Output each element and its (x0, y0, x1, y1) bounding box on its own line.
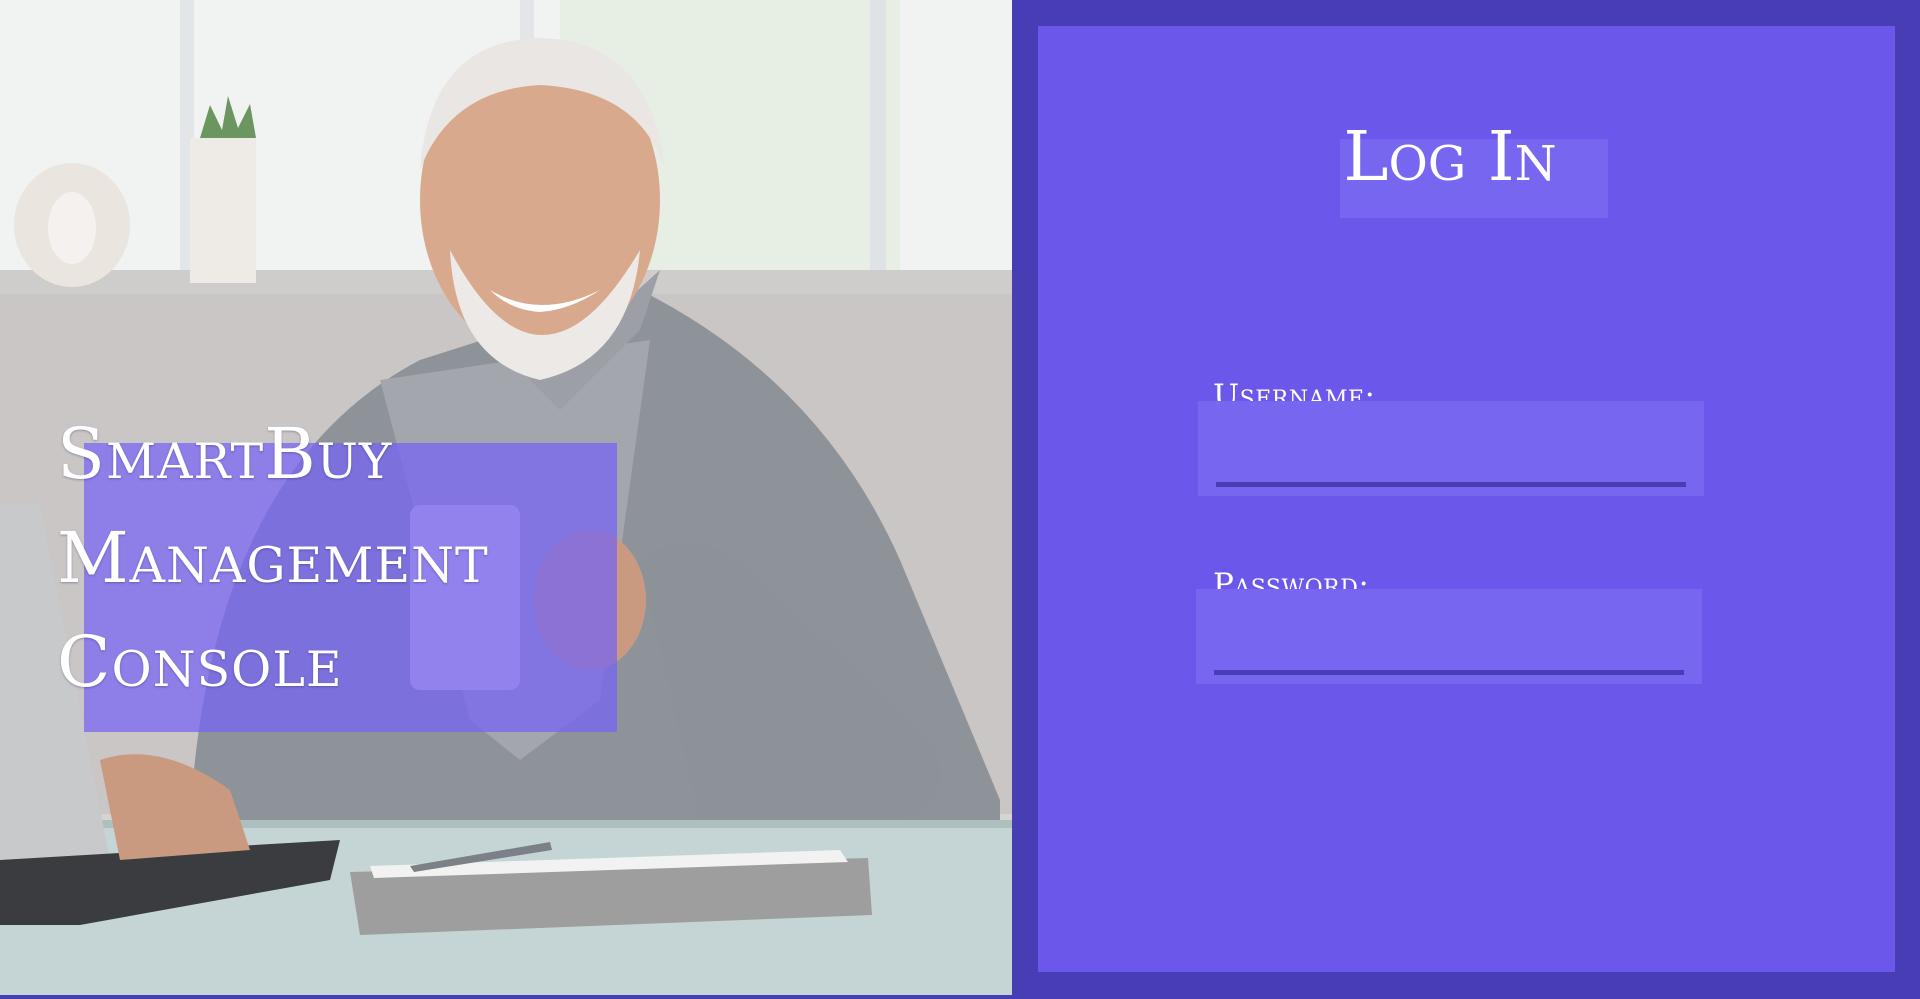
password-field (1196, 589, 1702, 684)
login-page: SmartBuy Management Console Log In Usern… (0, 0, 1920, 999)
username-field (1198, 401, 1704, 496)
password-input[interactable] (1214, 631, 1684, 675)
login-heading: Log In (1343, 118, 1557, 197)
app-title: SmartBuy Management Console (57, 402, 489, 714)
app-title-line-3: Console (57, 621, 343, 703)
app-title-line-2: Management (57, 517, 489, 599)
username-input[interactable] (1216, 443, 1686, 487)
app-title-line-1: SmartBuy (57, 413, 393, 495)
